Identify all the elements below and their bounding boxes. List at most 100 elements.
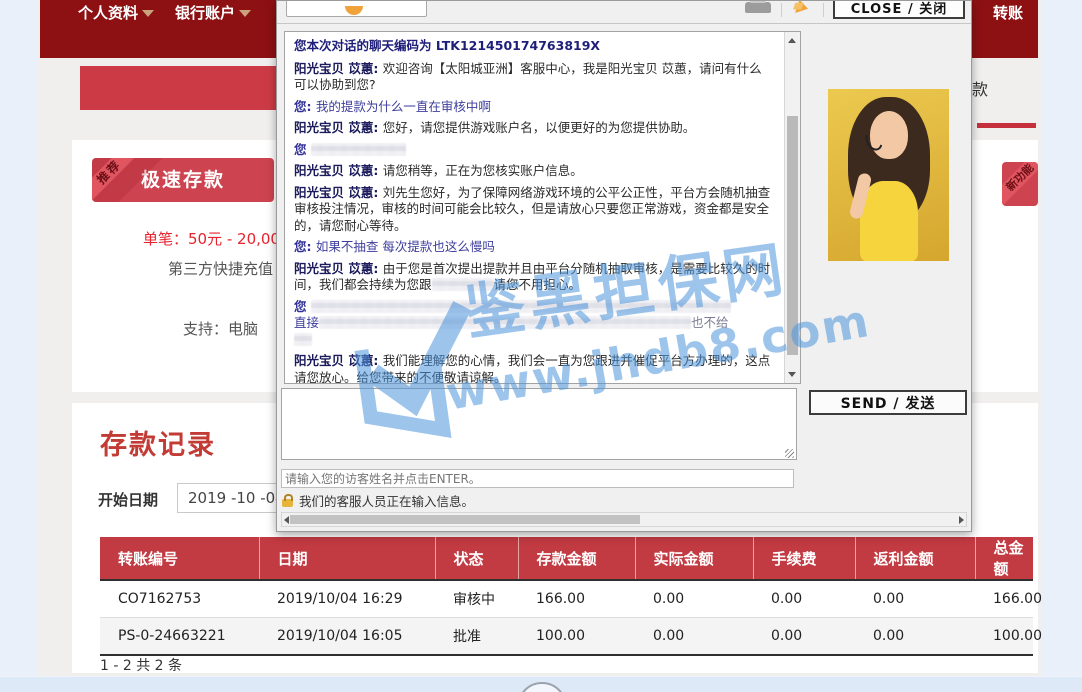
table-cell: 2019/10/04 16:29 (259, 580, 435, 618)
send-transcript-icon[interactable] (795, 0, 810, 16)
new-feature-ribbon: 新功能 (1002, 162, 1038, 206)
message-fragment: 也不给 (691, 315, 729, 330)
toolbar-separator (277, 23, 971, 24)
redacted-text (319, 316, 691, 329)
table-cell: 0.00 (855, 618, 975, 656)
deposit-records-table: 转账编号日期状态存款金额实际金额手续费返利金额总金额 CO71627532019… (100, 537, 1033, 656)
pagination-text: 1 - 2 共 2 条 (100, 655, 182, 675)
scrollbar-thumb[interactable] (290, 515, 640, 524)
table-header-cell: 返利金额 (855, 537, 975, 580)
nav-item-bank[interactable]: 银行账户 (175, 2, 251, 23)
print-icon[interactable] (745, 2, 771, 13)
redacted-text (294, 333, 312, 346)
deposit-limit-text: 单笔：50元 - 20,000 (143, 228, 290, 249)
table-cell: PS-0-24663221 (100, 618, 259, 656)
table-cell: 100.00 (518, 618, 635, 656)
redacted-text (311, 300, 731, 313)
table-header-cell: 转账编号 (100, 537, 259, 580)
nav-item-transfer[interactable]: 转账 (993, 2, 1023, 23)
toolbar-divider (781, 3, 782, 17)
scroll-left-icon[interactable] (284, 516, 289, 524)
recommend-ribbon: 推荐 (92, 158, 141, 202)
table-header-row: 转账编号日期状态存款金额实际金额手续费返利金额总金额 (100, 537, 1033, 580)
table-header-cell: 存款金额 (518, 537, 635, 580)
tab-underline (977, 123, 1036, 128)
chat-message: 您 直接 也不给 (294, 299, 772, 349)
message-sender: 您: (294, 239, 316, 254)
scroll-up-icon[interactable] (788, 38, 796, 43)
table-cell: 审核中 (435, 580, 518, 618)
table-cell: 0.00 (635, 580, 753, 618)
agent-typing-status: 我们的客服人员正在输入信息。 (282, 491, 474, 510)
table-cell: 0.00 (635, 618, 753, 656)
table-cell: 166.00 (975, 580, 1033, 618)
message-sender: 您 (294, 299, 311, 314)
typing-text: 我们的客服人员正在输入信息。 (299, 494, 474, 509)
start-date-label: 开始日期 (98, 489, 158, 510)
table-cell: 100.00 (975, 618, 1033, 656)
chat-messages: 您本次对话的聊天编码为 LTK121450174763819X 阳光宝贝 苡蕙:… (294, 38, 772, 384)
chat-horizontal-scrollbar[interactable] (281, 512, 967, 527)
table-row: PS-0-246632212019/10/04 16:05批准100.000.0… (100, 618, 1033, 656)
chat-message: 阳光宝贝 苡蕙: 我们能理解您的心情，我们会一直为您跟进并催促平台方办理的，这点… (294, 353, 772, 384)
toolbar-divider (823, 3, 824, 17)
scroll-down-icon[interactable] (788, 372, 796, 377)
table-cell: 2019/10/04 16:05 (259, 618, 435, 656)
nav-profile-label: 个人资料 (78, 4, 138, 22)
table-cell: 0.00 (855, 580, 975, 618)
visitor-name-input[interactable] (281, 469, 794, 488)
chat-message-input[interactable] (281, 388, 797, 460)
message-sender: 阳光宝贝 苡蕙: (294, 120, 383, 135)
scrollbar-thumb[interactable] (787, 116, 798, 355)
table-cell: 批准 (435, 618, 518, 656)
livechat-window: CLOSE / 关闭 您本次对话的聊天编码为 LTK12145017476381… (276, 0, 972, 532)
message-sender: 阳光宝贝 苡蕙: (294, 61, 383, 76)
table-header-cell: 状态 (435, 537, 518, 580)
chat-messages-box: 您本次对话的聊天编码为 LTK121450174763819X 阳光宝贝 苡蕙:… (284, 31, 801, 384)
message-sender: 阳光宝贝 苡蕙: (294, 353, 383, 368)
new-feature-card[interactable]: 新功能 (1002, 162, 1038, 206)
chat-vertical-scrollbar[interactable] (784, 32, 800, 383)
table-cell: CO7162753 (100, 580, 259, 618)
nav-item-profile[interactable]: 个人资料 (78, 2, 154, 23)
redacted-text (432, 278, 494, 291)
chat-message: 阳光宝贝 苡蕙: 您好，请您提供游戏账户名，以便更好的为您提供协助。 (294, 120, 772, 137)
nav-transfer-label: 转账 (993, 4, 1023, 22)
chat-send-button[interactable]: SEND / 发送 (809, 390, 967, 415)
chat-message: 您: 我的提款为什么一直在审核中啊 (294, 99, 772, 116)
fast-deposit-button[interactable]: 推荐 极速存款 (92, 158, 274, 202)
emoji-icon[interactable] (345, 6, 363, 15)
fast-deposit-label: 极速存款 (141, 169, 225, 191)
redacted-text (311, 143, 406, 156)
chat-message: 阳光宝贝 苡蕙: 请您稍等，正在为您核实账户信息。 (294, 163, 772, 180)
message-sender: 您: (294, 99, 316, 114)
table-cell: 166.00 (518, 580, 635, 618)
nav-bank-label: 银行账户 (175, 4, 235, 22)
deposit-support-text: 支持：电脑 (183, 318, 258, 339)
chat-session-id: 您本次对话的聊天编码为 LTK121450174763819X (294, 38, 772, 55)
message-sender: 阳光宝贝 苡蕙: (294, 185, 383, 200)
partial-tab-label: 款 (972, 76, 988, 100)
chat-message: 您: 如果不抽查 每次提款也这么慢吗 (294, 239, 772, 256)
scroll-right-icon[interactable] (959, 516, 964, 524)
chat-message: 您 (294, 142, 772, 159)
table-header-cell: 实际金额 (635, 537, 753, 580)
agent-photo-dress (860, 181, 918, 261)
table-cell: 0.00 (753, 618, 855, 656)
table-header-cell: 总金额 (975, 537, 1033, 580)
table-header-cell: 日期 (259, 537, 435, 580)
chat-close-button[interactable]: CLOSE / 关闭 (833, 0, 965, 19)
chevron-down-icon (142, 10, 154, 17)
message-fragment: 直接 (294, 315, 319, 330)
chat-message: 阳光宝贝 苡蕙: 刘先生您好，为了保障网络游戏环境的公平公正性，平台方会随机抽查… (294, 185, 772, 235)
lock-icon (282, 499, 293, 507)
chat-message: 阳光宝贝 苡蕙: 欢迎咨询【太阳城亚洲】客服中心，我是阳光宝贝 苡蕙，请问有什么… (294, 61, 772, 94)
chevron-down-icon (239, 10, 251, 17)
textarea-resize-handle[interactable] (785, 449, 794, 458)
table-header-cell: 手续费 (753, 537, 855, 580)
message-sender: 您 (294, 142, 311, 157)
table-row: CO71627532019/10/04 16:29审核中166.000.000.… (100, 580, 1033, 618)
deposit-method-text: 第三方快捷充值 (168, 258, 273, 279)
table-cell: 0.00 (753, 580, 855, 618)
chat-toolbar-field[interactable] (286, 0, 427, 17)
